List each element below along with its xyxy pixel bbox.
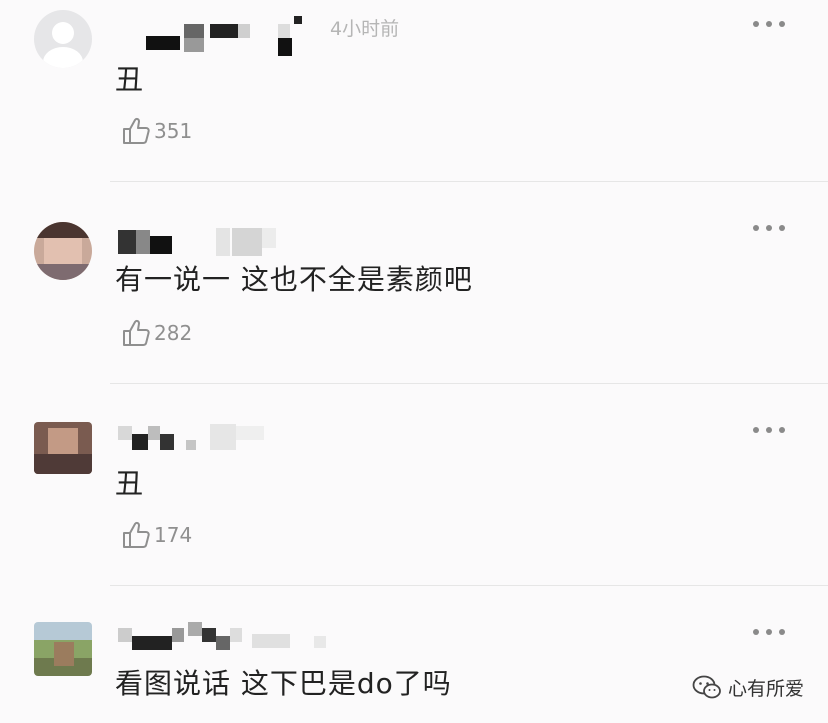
more-dots-icon[interactable] — [752, 626, 786, 640]
avatar[interactable] — [34, 622, 92, 676]
like-button[interactable]: 174 — [120, 518, 192, 552]
divider — [110, 585, 828, 586]
like-count: 282 — [154, 321, 193, 345]
username-masked[interactable] — [118, 420, 278, 450]
wechat-logo-icon — [692, 675, 721, 699]
username-masked[interactable] — [118, 222, 288, 256]
comment-text: 看图说话 这下巴是do了吗 — [115, 667, 452, 700]
more-dots-icon[interactable] — [752, 424, 786, 438]
comment-item: 看图说话 这下巴是do了吗 — [0, 606, 828, 723]
thumbs-up-icon — [123, 319, 150, 346]
thumbs-up-icon — [123, 521, 150, 548]
comment-item: 4小时前 丑 351 — [0, 0, 828, 202]
more-dots-icon[interactable] — [752, 18, 786, 32]
thumbs-up-icon — [123, 117, 150, 144]
like-button[interactable]: 282 — [120, 316, 192, 350]
watermark: 心有所爱 — [692, 670, 804, 704]
username-masked[interactable] — [118, 14, 328, 56]
like-button[interactable]: 351 — [120, 114, 192, 148]
like-count: 351 — [154, 119, 193, 143]
divider — [110, 383, 828, 384]
avatar[interactable] — [34, 222, 92, 280]
comment-timestamp: 4小时前 — [330, 18, 400, 40]
avatar[interactable] — [34, 10, 92, 68]
divider — [110, 181, 828, 182]
comment-text: 丑 — [115, 467, 145, 500]
comment-item: 丑 174 — [0, 404, 828, 606]
like-count: 174 — [154, 523, 193, 547]
username-masked[interactable] — [118, 618, 338, 650]
comment-item: 有一说一 这也不全是素颜吧 282 — [0, 202, 828, 404]
more-dots-icon[interactable] — [752, 222, 786, 236]
comment-text: 丑 — [115, 63, 145, 96]
avatar[interactable] — [34, 422, 92, 474]
watermark-label: 心有所爱 — [728, 677, 805, 700]
comment-text: 有一说一 这也不全是素颜吧 — [115, 263, 473, 296]
